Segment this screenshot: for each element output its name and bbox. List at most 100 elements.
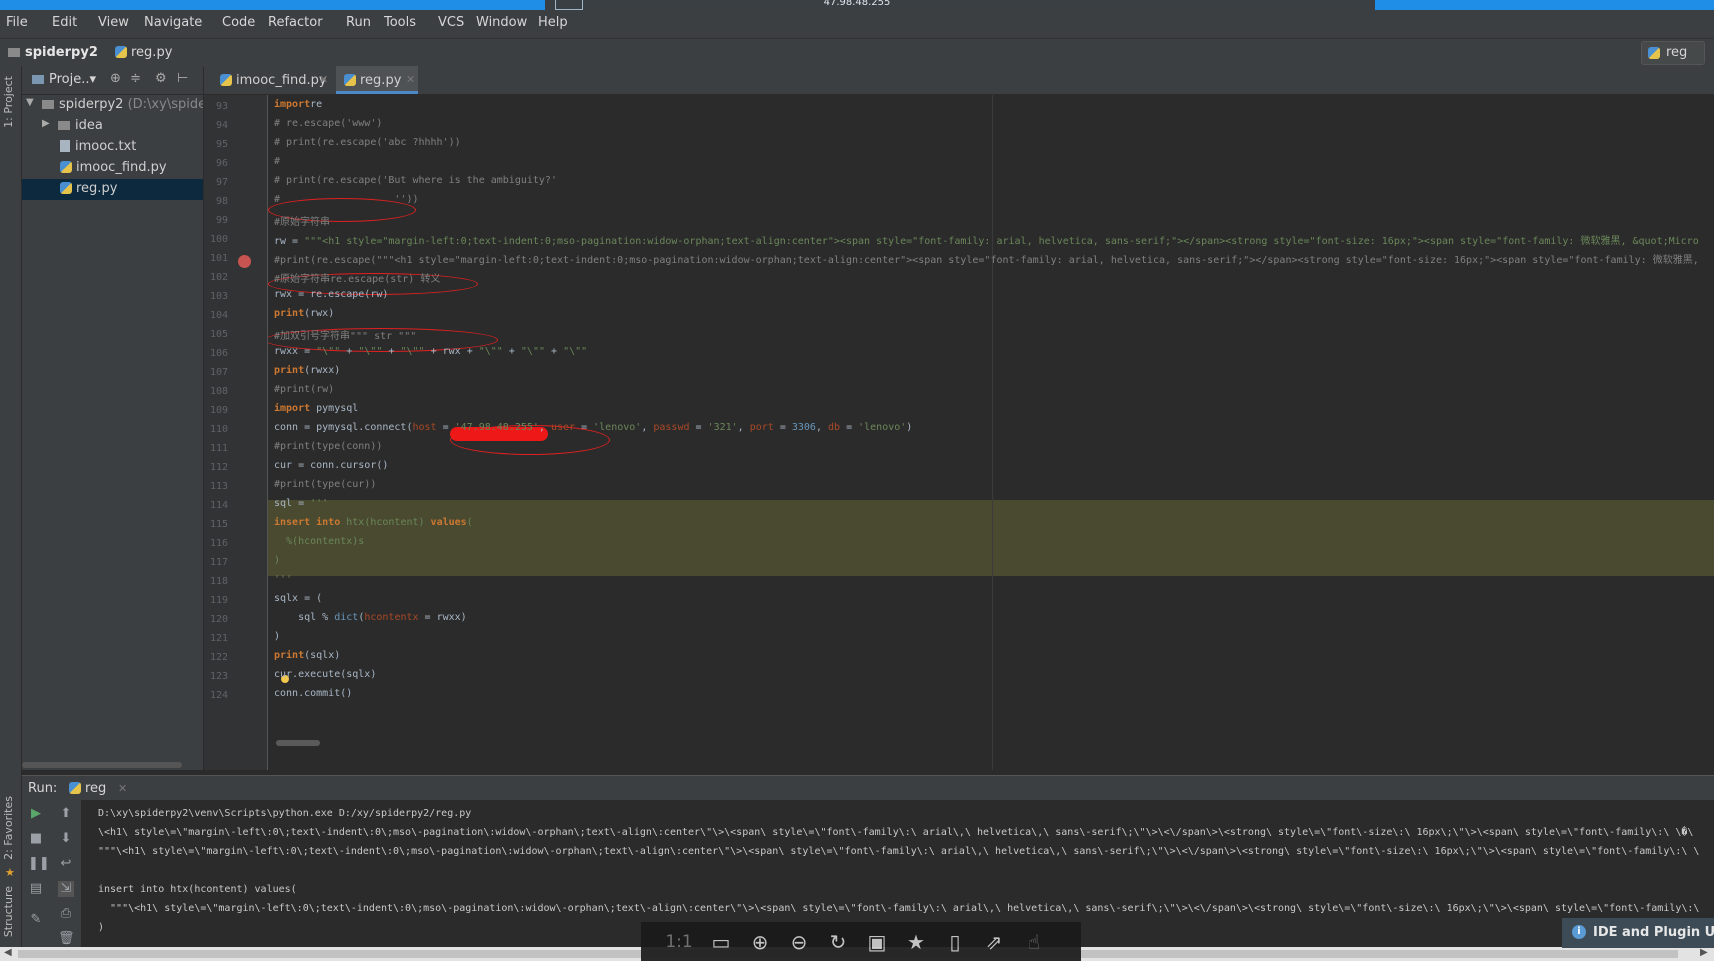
string-highlight <box>268 500 1714 576</box>
scroll-to-end-icon[interactable]: ⇲ <box>58 881 74 897</box>
code-token: passwd <box>653 422 690 433</box>
save-icon[interactable]: ▣ <box>864 929 890 955</box>
locate-icon[interactable]: ⊕ <box>110 71 121 86</box>
run-configuration-select[interactable]: reg <box>1641 41 1705 65</box>
breadcrumb-file[interactable]: reg.py <box>115 45 172 60</box>
code-token: #print(type(conn)) <box>274 441 383 452</box>
line-number: 93 <box>215 101 228 112</box>
bookmark-icon[interactable]: ★ <box>903 929 929 955</box>
structure-tool-button[interactable]: Structure <box>2 886 15 937</box>
soft-wrap-icon[interactable]: ↩ <box>58 856 74 872</box>
run-tab-reg[interactable]: reg <box>69 781 106 796</box>
update-notification[interactable]: i IDE and Plugin U <box>1562 918 1714 948</box>
breakpoint-icon[interactable] <box>238 255 251 268</box>
expand-down-icon[interactable]: ▼ <box>26 97 34 108</box>
trash-icon[interactable]: 🗑 <box>58 931 75 947</box>
console-line: \<h1\ style\=\"margin\-left\:0\;text\-in… <box>98 827 1694 838</box>
code-line: rwxx = "\"" + "\"" + "\"" + rwx + "\"" +… <box>274 346 587 357</box>
code-token: ''' <box>274 574 293 585</box>
menu-window[interactable]: Window <box>476 15 527 30</box>
code-token: (rwxx) <box>304 365 341 376</box>
tree-item-idea[interactable]: ▶ idea <box>22 116 203 137</box>
zoom-out-icon[interactable]: ⊖ <box>786 929 812 955</box>
tree-item-reg[interactable]: reg.py <box>22 179 203 200</box>
menu-tools[interactable]: Tools <box>384 15 416 30</box>
breadcrumb-project[interactable]: spiderpy2 <box>8 45 98 60</box>
code-token: (rwx) <box>304 308 335 319</box>
tab-imooc-find[interactable]: imooc_find.py ✕ <box>212 66 332 94</box>
code-token: sqlx = ( <box>274 593 323 604</box>
pause-icon[interactable]: ❚❚ <box>28 856 50 872</box>
crop-icon[interactable]: ▯ <box>942 929 968 955</box>
fit-window-icon[interactable]: ▭ <box>708 929 734 955</box>
line-number: 117 <box>209 557 228 568</box>
code-token: + <box>340 346 359 357</box>
stop-icon[interactable]: ■ <box>28 831 44 847</box>
editor-tab-bar: imooc_find.py ✕ reg.py ✕ <box>204 66 1714 95</box>
tree-root[interactable]: ▼ spiderpy2 (D:\xy\spiderpy2) <box>22 95 203 116</box>
project-icon <box>32 75 44 84</box>
menu-view[interactable]: View <box>98 15 129 30</box>
menu-refactor[interactable]: Refactor <box>268 15 323 30</box>
favorites-tool-button[interactable]: 2: Favorites <box>2 796 15 860</box>
code-line: print(sqlx) <box>274 650 340 661</box>
line-number: 99 <box>215 215 228 226</box>
layout-icon[interactable]: ▤ <box>28 881 44 897</box>
actual-size-button[interactable]: 1:1 <box>661 929 697 955</box>
menu-vcs[interactable]: VCS <box>438 15 464 30</box>
menu-navigate[interactable]: Navigate <box>144 15 202 30</box>
tree-item-imooc-find[interactable]: imooc_find.py <box>22 158 203 179</box>
collapse-icon[interactable]: ≑ <box>130 71 141 86</box>
code-line: print(rwx) <box>274 308 334 319</box>
code-line: #加双引号字符串""" str """ <box>274 327 416 342</box>
code-line: # re.escape('www') <box>274 118 382 129</box>
tab-close-icon[interactable]: ✕ <box>406 73 415 86</box>
share-icon[interactable]: ⇗ <box>981 929 1007 955</box>
gear-icon[interactable]: ⚙ <box>155 71 167 86</box>
menu-run[interactable]: Run <box>346 15 371 30</box>
project-view-select[interactable]: Proje..▾ <box>32 72 96 87</box>
like-icon[interactable]: ☝ <box>1021 929 1047 955</box>
code-token: #原始字符串 <box>274 217 331 228</box>
editor-horizontal-scrollbar[interactable] <box>276 740 320 746</box>
image-viewer-toolbar: 1:1 ▭ ⊕ ⊖ ↻ ▣ ★ ▯ ⇗ ☝ <box>641 922 1081 961</box>
code-token: conn = pymysql.connect( <box>274 422 413 433</box>
menu-help[interactable]: Help <box>538 15 568 30</box>
code-editor[interactable]: importre # re.escape('www') # print(re.esc… <box>268 95 1714 770</box>
hide-icon[interactable]: ⊢ <box>177 71 188 86</box>
console-line: """\<h1\ style\=\"margin\-left\:0\;text\… <box>98 846 1700 857</box>
code-line: rwx = re.escape(rw) <box>274 289 388 300</box>
rerun-icon[interactable]: ▶ <box>28 806 44 822</box>
code-token: = <box>575 422 594 433</box>
code-token: "\"" <box>520 346 545 357</box>
line-number: 120 <box>209 614 228 625</box>
code-token: = <box>436 422 455 433</box>
code-token: + <box>502 346 521 357</box>
star-icon: ★ <box>5 866 15 879</box>
expand-right-icon[interactable]: ▶ <box>42 118 50 129</box>
zoom-in-icon[interactable]: ⊕ <box>747 929 773 955</box>
line-number: 96 <box>215 158 228 169</box>
tree-item-imooc-txt[interactable]: imooc.txt <box>22 137 203 158</box>
run-toolbar: ▶ ⬆ ■ ⬇ ❚❚ ↩ ▤ ⇲ ⎙ ✎ 🗑 <box>22 800 82 950</box>
pin-icon[interactable]: ✎ <box>28 912 44 928</box>
rotate-icon[interactable]: ↻ <box>825 929 851 955</box>
tree-horizontal-scrollbar[interactable] <box>22 762 182 768</box>
code-line: ''' <box>274 574 292 585</box>
menu-code[interactable]: Code <box>222 15 255 30</box>
project-tool-button[interactable]: 1: Project <box>2 76 15 128</box>
up-icon[interactable]: ⬆ <box>58 806 74 822</box>
print-icon[interactable]: ⎙ <box>58 906 74 922</box>
down-icon[interactable]: ⬇ <box>58 831 74 847</box>
line-number: 110 <box>209 424 228 435</box>
scroll-left-icon[interactable]: ◀ <box>4 947 12 958</box>
code-token: # re.escape('www') <box>274 118 383 129</box>
run-tab-close-icon[interactable]: ✕ <box>118 782 127 795</box>
scroll-right-icon[interactable]: ▶ <box>1700 947 1708 958</box>
tab-reg[interactable]: reg.py ✕ <box>336 66 418 94</box>
menu-edit[interactable]: Edit <box>52 15 77 30</box>
code-token: , <box>641 422 654 433</box>
tab-close-icon[interactable]: ✕ <box>319 73 328 86</box>
menu-file[interactable]: File <box>6 15 28 30</box>
code-token: print <box>274 365 305 376</box>
